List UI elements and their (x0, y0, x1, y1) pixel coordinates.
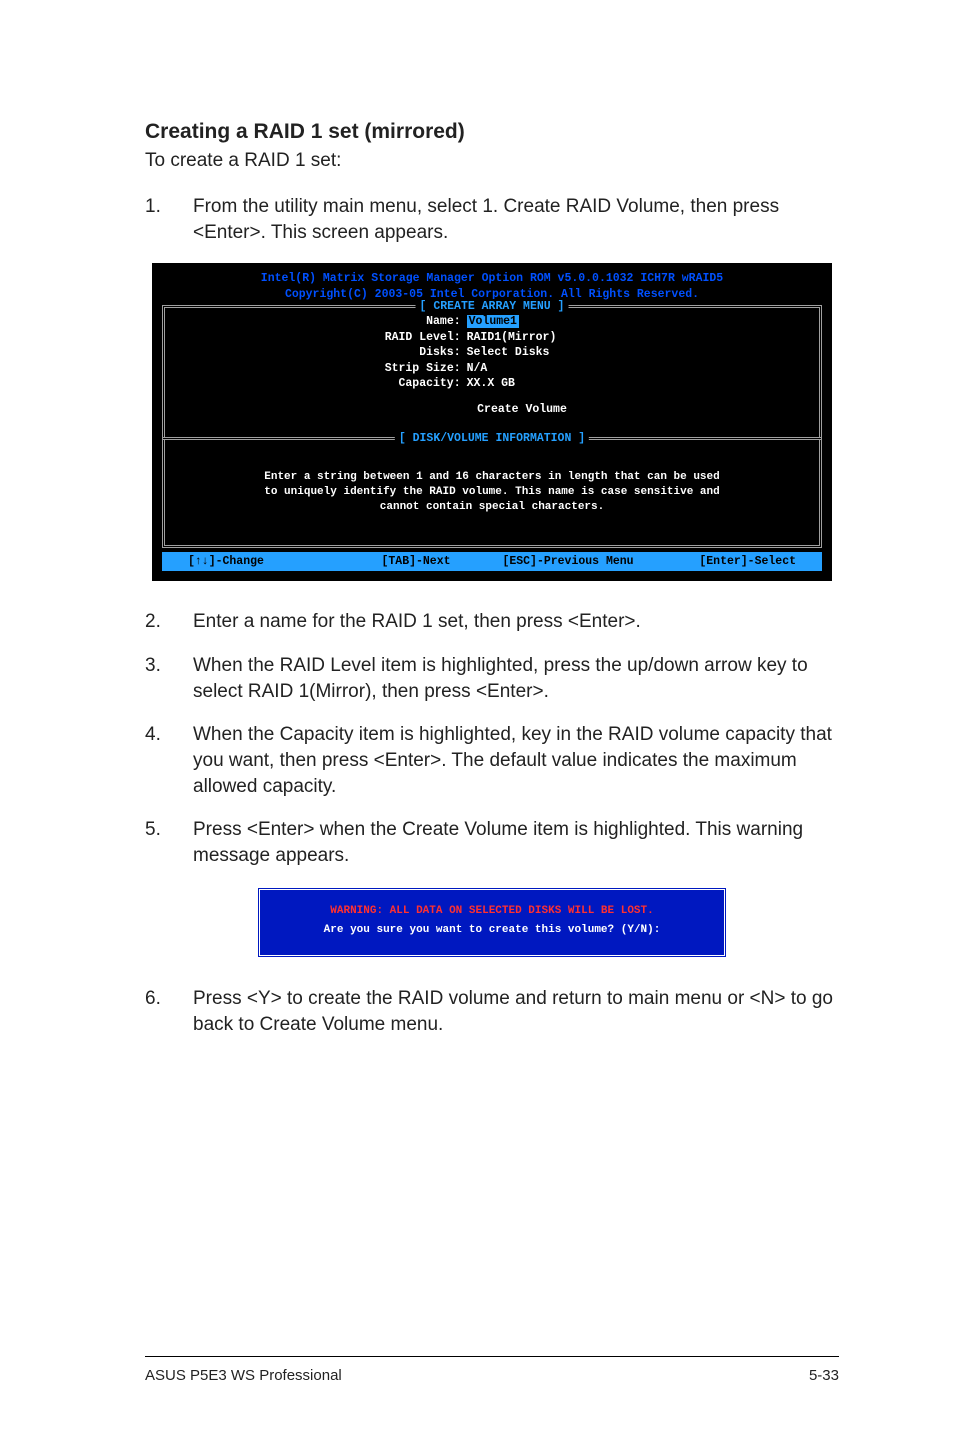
field-name-key: Name: (175, 314, 467, 330)
step-number: 1. (145, 194, 193, 245)
create-array-menu-box: [ CREATE ARRAY MENU ] Name: Volume1 RAID… (162, 305, 822, 440)
footer-esc: [ESC]-Previous Menu (492, 554, 644, 570)
step-6: 6. Press <Y> to create the RAID volume a… (145, 986, 839, 1037)
step-text: From the utility main menu, select 1. Cr… (193, 194, 839, 245)
step-number: 5. (145, 817, 193, 868)
disk-volume-info-box: [ DISK/VOLUME INFORMATION ] Enter a stri… (162, 437, 822, 548)
intro-text: To create a RAID 1 set: (145, 150, 839, 172)
footer-right: 5-33 (809, 1367, 839, 1384)
disk-volume-info-title: [ DISK/VOLUME INFORMATION ] (395, 431, 589, 447)
warning-dialog: WARNING: ALL DATA ON SELECTED DISKS WILL… (257, 887, 727, 959)
section-title: Creating a RAID 1 set (mirrored) (145, 120, 839, 144)
bios-header-line1: Intel(R) Matrix Storage Manager Option R… (162, 271, 822, 287)
field-capacity-value: XX.X GB (467, 376, 809, 392)
create-volume-action: Create Volume (175, 402, 809, 418)
step-3: 3. When the RAID Level item is highlight… (145, 653, 839, 704)
create-array-menu-title: [ CREATE ARRAY MENU ] (416, 299, 569, 315)
step-number: 6. (145, 986, 193, 1037)
warning-line-1: WARNING: ALL DATA ON SELECTED DISKS WILL… (268, 902, 716, 922)
bios-screenshot: Intel(R) Matrix Storage Manager Option R… (152, 263, 832, 581)
field-disks-key: Disks: (175, 345, 467, 361)
field-strip-value: N/A (467, 361, 809, 377)
field-strip-key: Strip Size: (175, 361, 467, 377)
footer-enter: [Enter]-Select (644, 554, 818, 570)
step-text: Enter a name for the RAID 1 set, then pr… (193, 609, 839, 635)
footer-tab: [TAB]-Next (340, 554, 492, 570)
step-5: 5. Press <Enter> when the Create Volume … (145, 817, 839, 868)
info-line-1: Enter a string between 1 and 16 characte… (179, 470, 805, 485)
step-4: 4. When the Capacity item is highlighted… (145, 722, 839, 799)
bios-footer-bar: [↑↓]-Change [TAB]-Next [ESC]-Previous Me… (162, 552, 822, 572)
step-text: When the Capacity item is highlighted, k… (193, 722, 839, 799)
step-text: Press <Y> to create the RAID volume and … (193, 986, 839, 1037)
field-raid-key: RAID Level: (175, 330, 467, 346)
footer-left: ASUS P5E3 WS Professional (145, 1367, 342, 1384)
step-2: 2. Enter a name for the RAID 1 set, then… (145, 609, 839, 635)
step-number: 4. (145, 722, 193, 799)
field-name-value: Volume1 (467, 315, 519, 328)
info-line-2: to uniquely identify the RAID volume. Th… (179, 485, 805, 500)
field-disks-value: Select Disks (467, 345, 809, 361)
step-number: 2. (145, 609, 193, 635)
info-line-3: cannot contain special characters. (179, 500, 805, 515)
step-1: 1. From the utility main menu, select 1.… (145, 194, 839, 245)
step-number: 3. (145, 653, 193, 704)
warning-line-2: Are you sure you want to create this vol… (268, 921, 716, 941)
field-capacity-key: Capacity: (175, 376, 467, 392)
step-text: When the RAID Level item is highlighted,… (193, 653, 839, 704)
footer-change: [↑↓]-Change (166, 554, 340, 570)
field-raid-value: RAID1(Mirror) (467, 330, 809, 346)
step-text: Press <Enter> when the Create Volume ite… (193, 817, 839, 868)
page-footer: ASUS P5E3 WS Professional 5-33 (145, 1356, 839, 1384)
